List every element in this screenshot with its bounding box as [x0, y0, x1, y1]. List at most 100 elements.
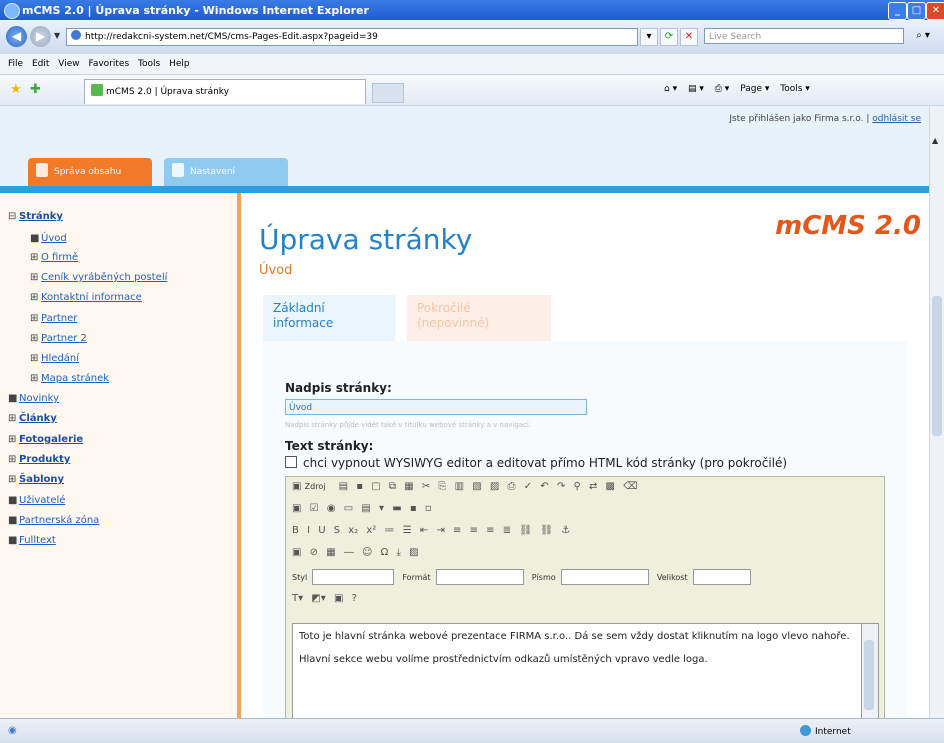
sidebar-link[interactable]: Partner 2 — [41, 333, 87, 344]
sidebar-item-o-firme[interactable]: ⊞ O firmě — [30, 252, 78, 263]
sidebar-link[interactable]: Stránky — [19, 211, 63, 222]
size-select[interactable] — [692, 569, 751, 585]
textarea-icon[interactable]: ▤ — [361, 503, 370, 514]
wysiwyg-toggle[interactable]: chci vypnout WYSIWYG editor a editovat p… — [285, 456, 787, 470]
bulleted-list-icon[interactable]: ☰ — [403, 525, 412, 536]
paste-text-icon[interactable]: ▧ — [472, 481, 481, 492]
underline-icon[interactable]: U — [318, 525, 325, 536]
select-icon[interactable]: ▾ — [379, 503, 384, 514]
sidebar-link[interactable]: Hledání — [41, 353, 79, 364]
templates-icon[interactable]: ▦ — [404, 481, 413, 492]
menu-file[interactable]: File — [8, 54, 23, 74]
scroll-up-icon[interactable]: ▲ — [932, 136, 938, 145]
sidebar-link[interactable]: Produkty — [19, 454, 70, 465]
tree-expand-icon[interactable]: ⊞ — [30, 373, 41, 384]
redo-icon[interactable]: ↷ — [557, 481, 565, 492]
text-color-icon[interactable]: T▾ — [292, 593, 303, 604]
strike-icon[interactable]: S — [334, 525, 340, 536]
copy-icon[interactable]: ⎘ — [438, 481, 446, 492]
smiley-icon[interactable]: ☺ — [362, 547, 372, 558]
tree-expand-icon[interactable]: ⊞ — [8, 454, 19, 465]
hidden-field-icon[interactable]: ▫ — [425, 503, 432, 514]
italic-icon[interactable]: I — [307, 525, 310, 536]
sidebar-item-hledani[interactable]: ⊞ Hledání — [30, 353, 79, 364]
bg-color-icon[interactable]: ◩▾ — [311, 593, 325, 604]
favorites-star-icon[interactable]: ★ — [10, 82, 22, 97]
page-scroll-thumb[interactable] — [932, 296, 942, 436]
outdent-icon[interactable]: ⇤ — [420, 525, 428, 536]
sidebar-link[interactable]: Úvod — [41, 233, 67, 244]
page-break-icon[interactable]: ⤓ — [397, 547, 401, 558]
sidebar-item-clanky[interactable]: ⊞ Články — [8, 413, 57, 424]
menu-help[interactable]: Help — [169, 54, 190, 74]
sidebar-item-fotogalerie[interactable]: ⊞ Fotogalerie — [8, 434, 83, 445]
security-zone[interactable]: Internet — [800, 725, 851, 737]
sidebar-link[interactable]: Partnerská zóna — [19, 515, 99, 526]
tree-expand-icon[interactable]: ⊞ — [30, 353, 41, 364]
search-input[interactable]: Live Search — [704, 28, 904, 44]
history-dropdown-icon[interactable]: ▼ — [54, 31, 60, 40]
menu-edit[interactable]: Edit — [32, 54, 49, 74]
print-icon[interactable]: ⎙ — [508, 481, 516, 492]
remove-format-icon[interactable]: ⌫ — [623, 481, 637, 492]
sidebar-item-produkty[interactable]: ⊞ Produkty — [8, 454, 70, 465]
sidebar-item-novinky[interactable]: ■ Novinky — [8, 393, 59, 404]
tree-expand-icon[interactable]: ⊞ — [8, 413, 19, 424]
cut-icon[interactable]: ✂ — [422, 481, 430, 492]
justify-icon[interactable]: ≣ — [503, 525, 511, 536]
tree-expand-icon[interactable]: ⊞ — [30, 252, 41, 263]
form-icon[interactable]: ▣ — [292, 503, 301, 514]
bold-icon[interactable]: B — [292, 525, 299, 536]
source-button[interactable]: ▣ Zdroj — [292, 481, 330, 492]
spellcheck-icon[interactable]: ✓ — [524, 481, 532, 492]
tab-content-management[interactable]: Správa obsahu — [28, 158, 152, 186]
sidebar-link[interactable]: O firmě — [41, 252, 78, 263]
sidebar-item-sablony[interactable]: ⊞ Šablony — [8, 474, 64, 485]
unlink-icon[interactable]: ⛓ — [540, 525, 553, 536]
title-input[interactable]: Úvod — [285, 399, 587, 415]
new-tab-button[interactable] — [372, 83, 404, 103]
sidebar-item-fulltext[interactable]: ■ Fulltext — [8, 535, 56, 546]
tree-expand-icon[interactable]: ⊞ — [30, 333, 41, 344]
add-favorite-icon[interactable]: ✚ — [30, 82, 41, 97]
browser-tab[interactable]: mCMS 2.0 | Úprava stránky — [84, 79, 366, 104]
tab-advanced[interactable]: Pokročilé (nepovinné) — [407, 295, 551, 341]
button-icon[interactable]: ▬ — [392, 503, 401, 514]
select-all-icon[interactable]: ▩ — [606, 481, 615, 492]
menu-tools[interactable]: Tools — [138, 54, 160, 74]
tree-expand-icon[interactable]: ⊞ — [8, 474, 19, 485]
paste-image-icon[interactable]: ▨ — [409, 547, 418, 558]
editor-scroll-thumb[interactable] — [864, 640, 874, 710]
align-right-icon[interactable]: ≡ — [486, 525, 494, 536]
forward-button[interactable]: ▶ — [30, 26, 51, 47]
new-page-icon[interactable]: ▢ — [371, 481, 380, 492]
sidebar-link[interactable]: Fulltext — [19, 535, 56, 546]
tree-expand-icon[interactable]: ⊞ — [8, 434, 19, 445]
special-char-icon[interactable]: Ω — [381, 547, 389, 558]
editor-content[interactable]: Toto je hlavní stránka webové prezentace… — [292, 623, 862, 718]
tab-settings[interactable]: Nastavení — [164, 158, 288, 186]
back-button[interactable]: ◀ — [6, 26, 27, 47]
sidebar-link[interactable]: Partner — [41, 313, 77, 324]
flash-icon[interactable]: ⊘ — [310, 547, 318, 558]
menu-favorites[interactable]: Favorites — [88, 54, 129, 74]
sidebar-link[interactable]: Ceník vyráběných postelí — [41, 272, 167, 283]
maximize-editor-icon[interactable]: ▣ — [334, 593, 343, 604]
sidebar-item-partner-2[interactable]: ⊞ Partner 2 — [30, 333, 87, 344]
tree-expand-icon[interactable]: ⊞ — [30, 292, 41, 303]
sidebar-link[interactable]: Šablony — [19, 474, 64, 485]
sidebar-item-cenik[interactable]: ⊞ Ceník vyráběných postelí — [30, 272, 167, 283]
print-preview-icon[interactable]: ⧉ — [389, 481, 396, 492]
tab-basic-info[interactable]: Základní informace — [263, 295, 395, 341]
minimize-button[interactable]: _ — [888, 2, 907, 20]
paste-word-icon[interactable]: ▨ — [490, 481, 499, 492]
replace-icon[interactable]: ⇄ — [589, 481, 597, 492]
sidebar-link[interactable]: Novinky — [19, 393, 59, 404]
wysiwyg-checkbox[interactable] — [285, 456, 297, 468]
checkbox-icon[interactable]: ☑ — [310, 503, 319, 514]
sidebar-link[interactable]: Mapa stránek — [41, 373, 109, 384]
font-select[interactable] — [560, 569, 649, 585]
image-button-icon[interactable]: ▪ — [410, 503, 417, 514]
about-icon[interactable]: ? — [352, 593, 357, 604]
link-icon[interactable]: ⛓ — [519, 525, 532, 536]
